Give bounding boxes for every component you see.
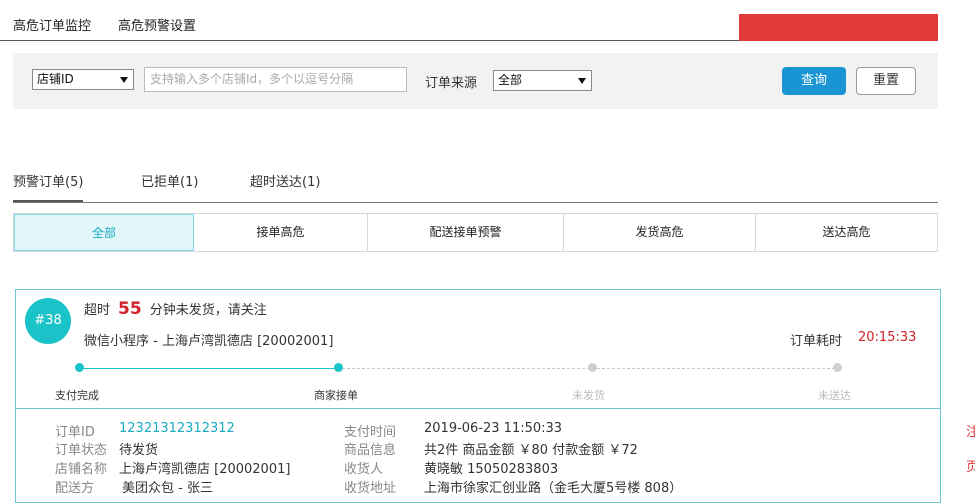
store-id-input-placeholder: 支持输入多个店铺Id，多个以逗号分隔 <box>150 72 354 86</box>
risk-tab-accept[interactable]: 接单高危 <box>194 214 368 251</box>
query-button[interactable]: 查询 <box>782 67 846 95</box>
alert-prefix: 超时 <box>84 303 111 318</box>
address-value: 上海市徐家汇创业路（金毛大厦5号楼 808） <box>424 481 683 496</box>
pay-time-value: 2019-06-23 11:50:33 <box>424 421 563 436</box>
order-number-badge: #38 <box>25 298 71 344</box>
risk-tab-ship[interactable]: 发货高危 <box>564 214 756 251</box>
tab-warning-orders[interactable]: 预警订单(5) <box>13 171 84 202</box>
order-card[interactable]: #38 超时 55 分钟未发货，请关注 微信小程序 - 上海卢湾凯德店 [20002… <box>15 289 941 503</box>
order-id-link[interactable]: 12321312312312 <box>119 421 235 436</box>
step-label-unshipped: 未发货 <box>572 389 605 402</box>
delivery-label: 配送方 <box>55 481 95 496</box>
overtime-alert: 超时 55 分钟未发货，请关注 <box>84 299 267 319</box>
store-id-select[interactable]: 店铺ID <box>32 69 134 90</box>
tab-high-risk-settings[interactable]: 高危预警设置 <box>118 15 196 34</box>
order-source-label: 订单来源 <box>425 76 478 91</box>
tab-rejected-orders[interactable]: 已拒单(1) <box>141 171 198 190</box>
order-source-select-value: 全部 <box>498 73 523 87</box>
store-id-input[interactable]: 支持输入多个店铺Id，多个以逗号分隔 <box>144 67 407 92</box>
risk-tab-delivery-accept[interactable]: 配送接单预警 <box>368 214 564 251</box>
tab-high-risk-monitor[interactable]: 高危订单监控 <box>13 15 91 34</box>
delivery-value: 美团众包 - 张三 <box>122 481 213 496</box>
risk-tab-all[interactable]: 全部 <box>14 214 194 251</box>
elapsed-value: 20:15:33 <box>858 330 917 345</box>
step-dot-paid <box>75 363 84 372</box>
store-name-label: 店铺名称 <box>55 462 108 477</box>
order-source-select[interactable]: 全部 <box>493 70 592 91</box>
receiver-value: 黄晓敏 15050283803 <box>424 462 559 477</box>
redaction-bar <box>739 14 938 41</box>
goods-value: 共2件 商品金额 ￥80 付款金额 ￥72 <box>424 443 638 458</box>
store-name-value: 上海卢湾凯德店 [20002001] <box>119 462 291 477</box>
goods-label: 商品信息 <box>344 443 397 458</box>
chevron-down-icon <box>578 78 586 84</box>
risk-type-tabs: 全部 接单高危 配送接单预警 发货高危 送达高危 <box>13 213 938 252</box>
order-status-value: 待发货 <box>119 443 159 458</box>
side-annotation-1: 注 <box>966 425 975 440</box>
order-id-label: 订单ID <box>55 425 95 440</box>
progress-line-done <box>80 368 336 369</box>
elapsed-label: 订单耗时 <box>790 334 843 349</box>
chevron-down-icon <box>120 77 128 83</box>
reset-button[interactable]: 重置 <box>856 67 916 95</box>
risk-tab-arrive[interactable]: 送达高危 <box>756 214 937 251</box>
step-dot-undelivered <box>833 363 842 372</box>
step-dot-unshipped <box>588 363 597 372</box>
alert-suffix: 分钟未发货，请关注 <box>149 303 267 318</box>
store-id-select-value: 店铺ID <box>37 72 74 86</box>
pay-time-label: 支付时间 <box>344 425 397 440</box>
tab-overtime-delivery[interactable]: 超时送达(1) <box>250 171 320 190</box>
order-status-tabs: 预警订单(5) 已拒单(1) 超时送达(1) <box>13 160 938 203</box>
order-card-header: #38 超时 55 分钟未发货，请关注 微信小程序 - 上海卢湾凯德店 [20002… <box>16 290 940 409</box>
alert-minutes: 55 <box>118 299 142 319</box>
receiver-label: 收货人 <box>344 462 384 477</box>
step-label-undelivered: 未送达 <box>818 389 851 402</box>
filter-bar: 店铺ID 支持输入多个店铺Id，多个以逗号分隔 订单来源 全部 查询 重置 <box>13 53 938 109</box>
side-annotation-2: 页 <box>966 460 975 475</box>
step-label-accepted: 商家接单 <box>314 389 358 402</box>
address-label: 收货地址 <box>344 481 397 496</box>
step-dot-accepted <box>334 363 343 372</box>
step-label-paid: 支付完成 <box>55 389 99 402</box>
channel-store: 微信小程序 - 上海卢湾凯德店 [20002001] <box>84 334 334 349</box>
order-status-label: 订单状态 <box>55 443 108 458</box>
